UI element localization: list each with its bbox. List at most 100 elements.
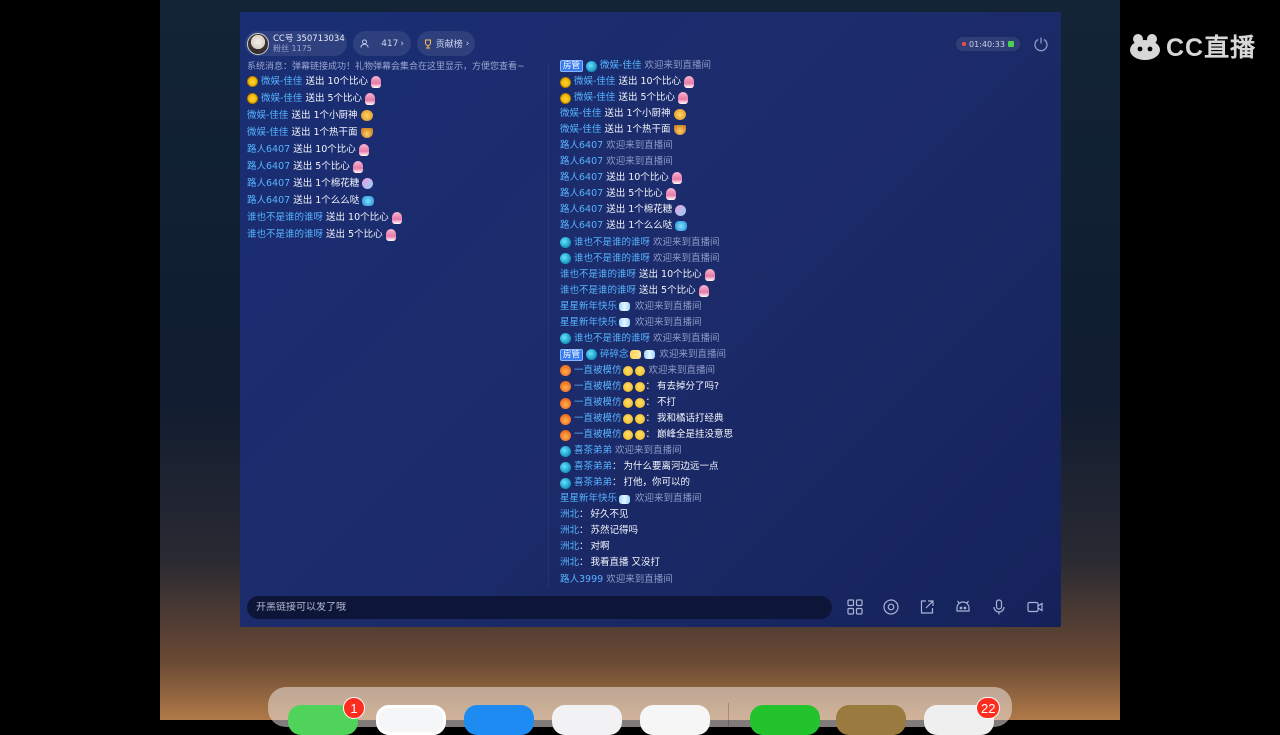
username[interactable]: 微娱-佳佳 bbox=[560, 106, 601, 122]
dock-app-music[interactable] bbox=[552, 705, 622, 735]
username[interactable]: 谁也不是谁的谁呀 bbox=[574, 331, 650, 347]
username[interactable]: 一直被模仿 bbox=[574, 395, 622, 411]
username[interactable]: 微娱-佳佳 bbox=[574, 90, 615, 106]
dock-app-game[interactable] bbox=[836, 705, 906, 735]
username[interactable]: 碎碎念 bbox=[600, 347, 629, 363]
sent-verb: 送出 bbox=[291, 127, 311, 138]
username[interactable]: 路人6407 bbox=[560, 138, 603, 154]
username[interactable]: 微娱-佳佳 bbox=[247, 107, 288, 124]
username[interactable]: 路人3999 bbox=[560, 572, 603, 588]
username[interactable]: 喜茶弟弟 bbox=[574, 443, 612, 459]
colon: ： bbox=[645, 396, 656, 408]
heart-gift-icon bbox=[684, 76, 695, 89]
message-text: 苏然记得吗 bbox=[590, 525, 639, 537]
dock-app-appstore[interactable] bbox=[464, 705, 534, 735]
username[interactable]: 谁也不是谁的谁呀 bbox=[560, 283, 636, 299]
user-icon bbox=[360, 39, 369, 48]
welcome-message: 星星新年快乐 欢迎来到直播间 bbox=[560, 299, 860, 315]
gift-name: 1个热干面 bbox=[626, 124, 671, 136]
heart-gift-icon bbox=[371, 75, 382, 88]
toolbar bbox=[846, 598, 1044, 618]
sent-verb: 送出 bbox=[604, 124, 624, 136]
smile-emoji-icon bbox=[634, 381, 645, 392]
username[interactable]: 路人6407 bbox=[247, 158, 290, 175]
gift-message: 路人6407 送出 10个比心 bbox=[247, 141, 547, 158]
gift-name: 5个比心 bbox=[348, 229, 383, 240]
sent-verb: 送出 bbox=[604, 108, 624, 120]
username[interactable]: 喜茶弟弟 bbox=[574, 459, 612, 475]
username[interactable]: 一直被模仿 bbox=[574, 363, 622, 379]
colon: ： bbox=[612, 461, 622, 473]
username[interactable]: 一直被模仿 bbox=[574, 411, 622, 427]
sent-verb: 送出 bbox=[606, 172, 626, 184]
mic-icon[interactable] bbox=[990, 598, 1008, 616]
dock-app-safari[interactable] bbox=[376, 705, 446, 735]
username[interactable]: 洲北 bbox=[560, 539, 579, 555]
username[interactable]: 星星新年快乐 bbox=[560, 315, 617, 331]
gift-message: 路人6407 送出 1个么么哒 bbox=[247, 192, 547, 209]
username[interactable]: 星星新年快乐 bbox=[560, 491, 617, 507]
username[interactable]: 微娱-佳佳 bbox=[247, 124, 288, 141]
message-text: 不打 bbox=[657, 396, 677, 408]
share-icon[interactable] bbox=[918, 598, 936, 616]
username[interactable]: 谁也不是谁的谁呀 bbox=[247, 226, 323, 243]
anchor-info[interactable]: CC号 350713034 粉丝 1175 bbox=[245, 31, 347, 56]
username[interactable]: 喜茶弟弟 bbox=[574, 475, 612, 491]
username[interactable]: 微娱-佳佳 bbox=[574, 74, 615, 90]
username[interactable]: 路人6407 bbox=[560, 170, 603, 186]
chat-input-bar bbox=[247, 596, 832, 619]
username[interactable]: 路人6407 bbox=[247, 192, 290, 209]
globe-avatar-icon bbox=[560, 461, 571, 473]
username[interactable]: 洲北 bbox=[560, 523, 579, 539]
username[interactable]: 一直被模仿 bbox=[574, 427, 622, 443]
username[interactable]: 谁也不是谁的谁呀 bbox=[574, 235, 650, 251]
username[interactable]: 微娱-佳佳 bbox=[560, 122, 601, 138]
username[interactable]: 谁也不是谁的谁呀 bbox=[574, 251, 650, 267]
welcome-message: 路人3999 欢迎来到直播间 bbox=[560, 572, 860, 588]
contribution-rank-button[interactable]: 贡献榜 › bbox=[417, 31, 475, 56]
heart-gift-icon bbox=[698, 284, 709, 297]
fire-avatar-icon bbox=[560, 429, 571, 441]
username[interactable]: 路人6407 bbox=[560, 218, 603, 234]
username[interactable]: 路人6407 bbox=[560, 186, 603, 202]
dock-app-wechat[interactable] bbox=[750, 705, 820, 735]
camera-icon[interactable] bbox=[1026, 598, 1044, 616]
gift-message: 微娱-佳佳 送出 1个热干面 bbox=[247, 124, 547, 141]
moderator-badge: 房管 bbox=[560, 348, 584, 361]
username[interactable]: 路人6407 bbox=[560, 202, 603, 218]
username[interactable]: 一直被模仿 bbox=[574, 379, 622, 395]
username[interactable]: 谁也不是谁的谁呀 bbox=[247, 209, 323, 226]
emoji-icon[interactable] bbox=[954, 598, 972, 616]
chat-input[interactable] bbox=[256, 602, 823, 613]
power-icon[interactable] bbox=[1033, 36, 1049, 52]
fire-avatar-icon bbox=[560, 413, 571, 425]
username[interactable]: 谁也不是谁的谁呀 bbox=[560, 267, 636, 283]
username[interactable]: 路人6407 bbox=[560, 154, 603, 170]
username[interactable]: 星星新年快乐 bbox=[560, 299, 617, 315]
chat-message-list[interactable]: 房管 微娱-佳佳 欢迎来到直播间 微娱-佳佳 送出 10个比心 微娱-佳佳 送出 5个比心 微娱-… bbox=[560, 58, 860, 588]
gift-message: 谁也不是谁的谁呀 送出 10个比心 bbox=[560, 267, 860, 283]
username[interactable]: 路人6407 bbox=[247, 141, 290, 158]
username[interactable]: 微娱-佳佳 bbox=[600, 58, 641, 74]
grid-icon[interactable] bbox=[846, 598, 864, 616]
username[interactable]: 洲北 bbox=[560, 555, 579, 571]
welcome-text: 欢迎来到直播间 bbox=[635, 316, 702, 328]
butterfly-icon bbox=[643, 350, 655, 360]
username[interactable]: 路人6407 bbox=[247, 175, 290, 192]
smile-emoji-icon bbox=[622, 365, 633, 376]
username[interactable]: 微娱-佳佳 bbox=[261, 73, 302, 90]
sent-verb: 送出 bbox=[305, 76, 325, 87]
settings-icon[interactable] bbox=[882, 598, 900, 616]
gift-message: 路人6407 送出 1个棉花糖 bbox=[560, 202, 860, 218]
sent-verb: 送出 bbox=[293, 195, 313, 206]
gift-message: 微娱-佳佳 送出 10个比心 bbox=[560, 74, 860, 90]
face-emoji-icon bbox=[560, 92, 571, 104]
colon: ： bbox=[645, 429, 656, 441]
dock-app-photos[interactable] bbox=[640, 705, 710, 735]
chat-message: 洲北：我看直播 又没打 bbox=[560, 555, 860, 571]
username[interactable]: 微娱-佳佳 bbox=[261, 90, 302, 107]
viewers-button[interactable]: 417 › bbox=[353, 31, 411, 56]
username[interactable]: 洲北 bbox=[560, 507, 579, 523]
gift-message: 微娱-佳佳 送出 5个比心 bbox=[560, 90, 860, 106]
smile-emoji-icon bbox=[634, 365, 645, 376]
